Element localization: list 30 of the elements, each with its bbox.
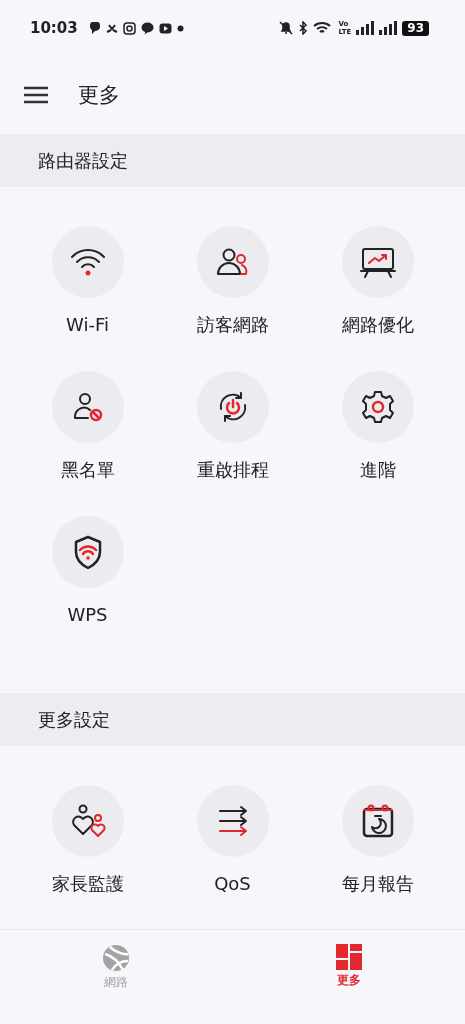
item-label: 黑名單 bbox=[60, 458, 115, 482]
item-label: QoS bbox=[214, 872, 251, 896]
play-icon bbox=[158, 22, 172, 34]
dashboard-icon bbox=[335, 944, 362, 970]
missed-call-icon bbox=[105, 23, 118, 33]
item-label: Wi-Fi bbox=[66, 313, 109, 337]
item-label: 訪客網路 bbox=[196, 313, 269, 337]
camera-icon bbox=[122, 21, 136, 35]
mute-icon bbox=[279, 21, 294, 35]
item-label: 每月報告 bbox=[341, 872, 414, 896]
section-header: 更多設定 bbox=[0, 693, 465, 746]
dot-icon bbox=[176, 24, 184, 32]
item-label: 進階 bbox=[359, 458, 396, 482]
menu-icon[interactable] bbox=[24, 86, 48, 104]
nav-tab[interactable]: 網路 bbox=[0, 930, 233, 992]
bluetooth-icon bbox=[298, 21, 309, 35]
status-time: 10:03 bbox=[30, 19, 78, 37]
item-label: WPS bbox=[67, 603, 108, 627]
page-title: 更多 bbox=[78, 82, 120, 109]
signal-icon bbox=[379, 21, 398, 35]
section-header: 路由器設定 bbox=[0, 134, 465, 187]
globe-icon bbox=[102, 944, 131, 972]
signal-icon bbox=[356, 21, 375, 35]
battery-indicator: 93 bbox=[402, 20, 429, 36]
item-label: 重啟排程 bbox=[196, 458, 269, 482]
chat-bubble-icon bbox=[140, 21, 154, 35]
chat-icon bbox=[88, 21, 101, 35]
item-label: 家長監護 bbox=[51, 872, 124, 896]
item-label: 網路優化 bbox=[341, 313, 414, 337]
nav-tab[interactable]: 更多 bbox=[232, 930, 465, 990]
